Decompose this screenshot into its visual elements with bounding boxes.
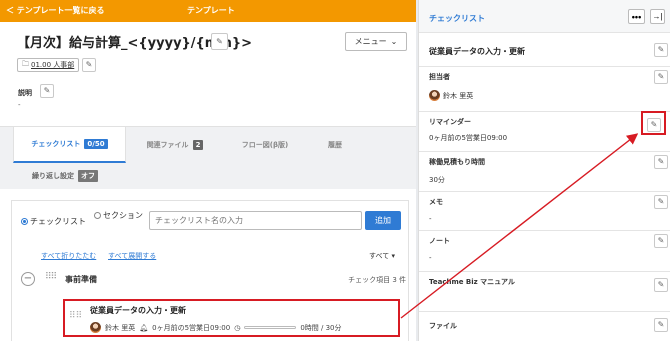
annotation-arrow xyxy=(400,133,639,319)
arrow-line xyxy=(400,133,639,319)
